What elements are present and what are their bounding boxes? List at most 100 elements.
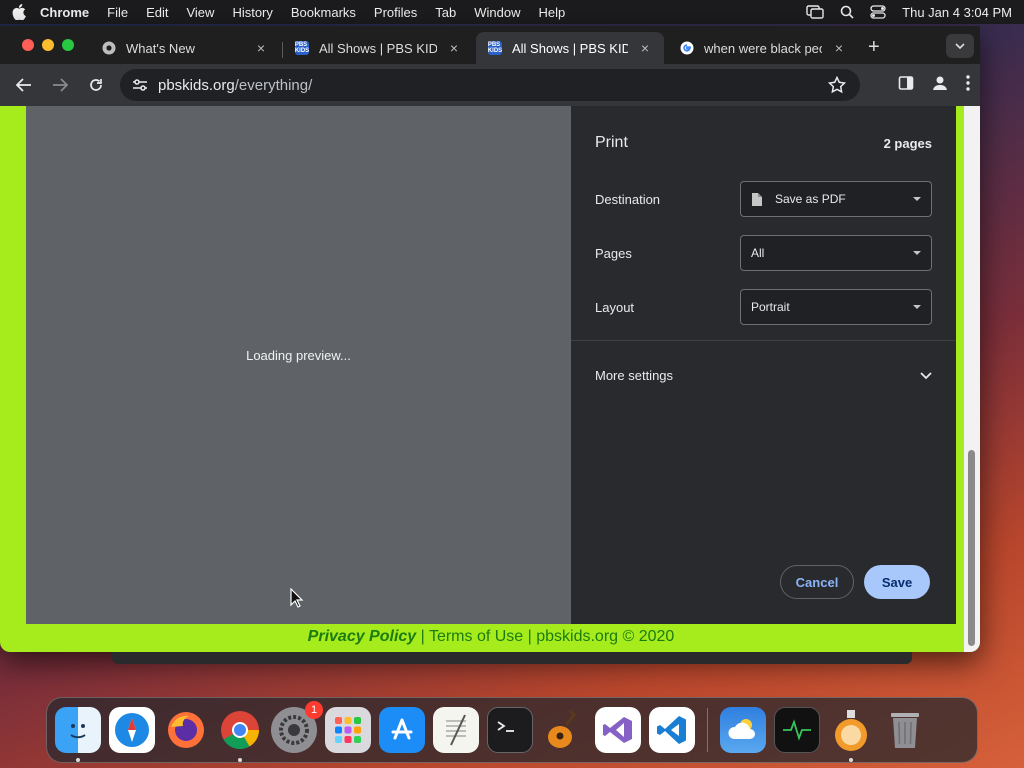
- system-settings-icon[interactable]: 1: [271, 701, 323, 753]
- terminal-icon[interactable]: [487, 707, 533, 753]
- site-settings-icon[interactable]: [132, 78, 148, 92]
- spotlight-search-icon[interactable]: [840, 5, 854, 19]
- layout-row: Layout Portrait: [595, 289, 932, 325]
- pbs-kids-icon: PBS KIDS: [294, 41, 310, 55]
- close-tab-icon[interactable]: ×: [832, 40, 846, 56]
- new-tab-button[interactable]: +: [868, 36, 880, 59]
- pages-select[interactable]: All: [740, 235, 932, 271]
- scrollbar-thumb[interactable]: [968, 450, 975, 646]
- vpn-app-icon[interactable]: [828, 707, 874, 762]
- dock-separator: [707, 708, 708, 752]
- forward-arrow-icon[interactable]: [46, 71, 74, 99]
- minimize-window-button[interactable]: [42, 39, 54, 51]
- side-panel-icon[interactable]: [898, 75, 914, 96]
- profile-avatar-icon[interactable]: [930, 73, 950, 98]
- menu-file[interactable]: File: [107, 5, 128, 20]
- vscode-icon[interactable]: [649, 707, 695, 753]
- close-tab-icon[interactable]: ×: [254, 40, 268, 56]
- layout-select[interactable]: Portrait: [740, 289, 932, 325]
- running-indicator: [76, 758, 80, 762]
- back-arrow-icon[interactable]: [10, 71, 38, 99]
- close-window-button[interactable]: [22, 39, 34, 51]
- cancel-button[interactable]: Cancel: [780, 565, 854, 599]
- dropdown-caret-icon: [913, 251, 921, 255]
- menu-edit[interactable]: Edit: [146, 5, 168, 20]
- visual-studio-icon[interactable]: [595, 707, 641, 753]
- background-window-edge: [112, 652, 912, 664]
- menu-tab[interactable]: Tab: [435, 5, 456, 20]
- pages-row: Pages All: [595, 235, 932, 271]
- window-controls: [22, 39, 74, 51]
- print-header: Print 2 pages: [595, 134, 932, 152]
- menu-window[interactable]: Window: [474, 5, 520, 20]
- firefox-icon[interactable]: [163, 707, 209, 753]
- layout-label: Layout: [595, 299, 635, 315]
- mouse-cursor-icon: [290, 587, 304, 613]
- menu-help[interactable]: Help: [539, 5, 566, 20]
- close-tab-icon[interactable]: ×: [638, 40, 652, 56]
- browser-window: What's New × PBS KIDS All Shows | PBS KI…: [0, 26, 980, 652]
- app-store-icon[interactable]: [379, 707, 425, 753]
- footer-links[interactable]: | Terms of Use | pbskids.org © 2020: [416, 628, 675, 645]
- menubar-clock[interactable]: Thu Jan 4 3:04 PM: [902, 5, 1012, 20]
- safari-icon[interactable]: [109, 707, 155, 753]
- chevron-down-icon: [920, 368, 932, 383]
- notification-badge: 1: [305, 701, 323, 719]
- chrome-dock-icon[interactable]: [217, 707, 263, 762]
- print-preview-area: Loading preview...: [26, 106, 571, 624]
- tab-title: All Shows | PBS KIDS: [319, 40, 437, 56]
- destination-row: Destination Save as PDF: [595, 181, 932, 217]
- menu-history[interactable]: History: [232, 5, 272, 20]
- url-host: pbskids.org: [158, 76, 235, 94]
- google-icon: [680, 41, 694, 55]
- address-bar[interactable]: pbskids.org/everything/: [120, 69, 860, 101]
- screen-mirroring-icon[interactable]: [806, 5, 824, 19]
- document-icon: [751, 192, 763, 207]
- tab-google-search[interactable]: when were black peo ×: [668, 32, 858, 64]
- more-menu-icon[interactable]: [966, 75, 970, 96]
- dock: 1: [46, 697, 978, 763]
- finder-icon[interactable]: [55, 707, 101, 762]
- zoom-window-button[interactable]: [62, 39, 74, 51]
- control-center-icon[interactable]: [870, 5, 886, 19]
- pbs-kids-icon: PBS KIDS: [487, 41, 503, 55]
- bookmark-star-icon[interactable]: [827, 75, 847, 98]
- destination-label: Destination: [595, 191, 661, 207]
- tab-search-button[interactable]: [946, 34, 974, 58]
- dropdown-caret-icon: [913, 305, 921, 309]
- layout-value: Portrait: [751, 300, 790, 314]
- print-title: Print: [595, 134, 628, 151]
- page-content: Loading preview... Print 2 pages Destina…: [0, 106, 980, 652]
- tab-whats-new[interactable]: What's New ×: [90, 32, 280, 64]
- garageband-icon[interactable]: [541, 707, 587, 753]
- trash-icon[interactable]: [882, 707, 928, 753]
- tab-title: when were black peo: [704, 40, 822, 56]
- reload-icon[interactable]: [82, 71, 110, 99]
- page-footer: Privacy Policy | Terms of Use | pbskids.…: [26, 626, 956, 652]
- more-settings-label: More settings: [595, 368, 674, 383]
- save-button[interactable]: Save: [864, 565, 930, 599]
- textedit-icon[interactable]: [433, 707, 479, 753]
- weather-icon[interactable]: [720, 707, 766, 753]
- url-path: /everything/: [234, 76, 313, 94]
- running-indicator: [238, 758, 242, 762]
- pages-label: Pages: [595, 245, 632, 261]
- privacy-policy-link[interactable]: Privacy Policy: [308, 628, 417, 645]
- launchpad-icon[interactable]: [325, 707, 371, 753]
- loading-preview-text: Loading preview...: [246, 347, 351, 363]
- tab-title: All Shows | PBS KIDS: [512, 40, 628, 56]
- tab-title: What's New: [126, 40, 195, 56]
- browser-toolbar: pbskids.org/everything/: [0, 64, 980, 106]
- apple-icon[interactable]: [12, 4, 40, 20]
- activity-monitor-icon[interactable]: [774, 707, 820, 753]
- menu-chrome[interactable]: Chrome: [40, 5, 89, 20]
- close-tab-icon[interactable]: ×: [447, 40, 461, 56]
- tab-pbs-kids-1[interactable]: PBS KIDS All Shows | PBS KIDS ×: [283, 32, 473, 64]
- tab-pbs-kids-active[interactable]: PBS KIDS All Shows | PBS KIDS ×: [476, 32, 664, 64]
- menu-profiles[interactable]: Profiles: [374, 5, 417, 20]
- chrome-icon: [102, 41, 116, 55]
- more-settings-toggle[interactable]: More settings: [595, 368, 932, 383]
- menu-view[interactable]: View: [186, 5, 214, 20]
- menu-bookmarks[interactable]: Bookmarks: [291, 5, 356, 20]
- destination-select[interactable]: Save as PDF: [740, 181, 932, 217]
